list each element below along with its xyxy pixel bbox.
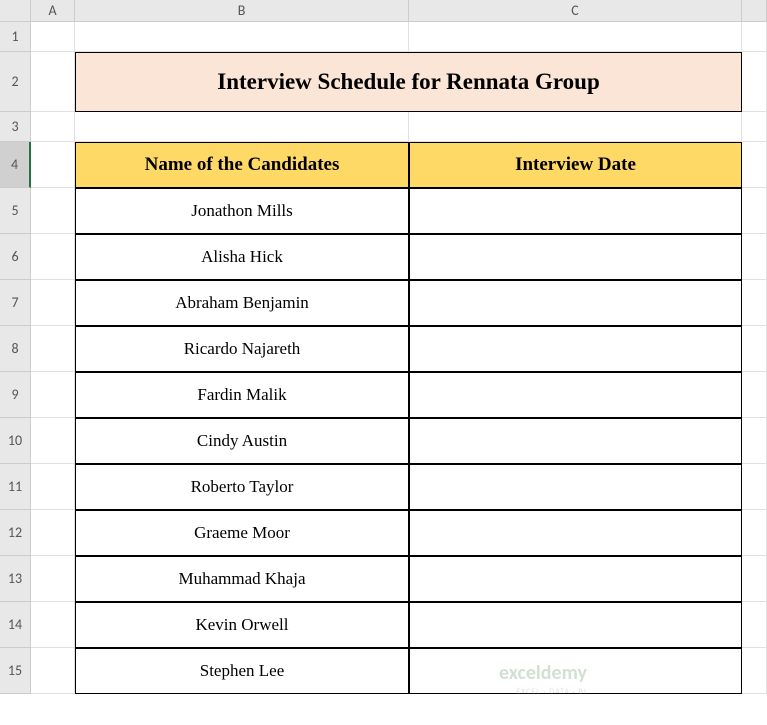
- interview-date[interactable]: [409, 418, 742, 464]
- row-6: 6 Alisha Hick: [0, 234, 767, 280]
- cell-d10[interactable]: [742, 418, 767, 464]
- row-2: 2 Interview Schedule for Rennata Group: [0, 52, 767, 112]
- row-header-12[interactable]: 12: [0, 510, 31, 556]
- row-header-7[interactable]: 7: [0, 280, 31, 326]
- interview-date[interactable]: [409, 280, 742, 326]
- cell-d9[interactable]: [742, 372, 767, 418]
- cell-a11[interactable]: [31, 464, 75, 510]
- cell-b1[interactable]: [75, 22, 409, 52]
- interview-date[interactable]: [409, 510, 742, 556]
- cell-a2[interactable]: [31, 52, 75, 112]
- cell-a9[interactable]: [31, 372, 75, 418]
- row-header-10[interactable]: 10: [0, 418, 31, 464]
- candidate-name[interactable]: Ricardo Najareth: [75, 326, 409, 372]
- candidate-name[interactable]: Stephen Lee: [75, 648, 409, 694]
- row-11: 11 Roberto Taylor: [0, 464, 767, 510]
- spreadsheet-grid: A B C 1 2 Interview Schedule for Rennata…: [0, 0, 767, 725]
- candidate-name[interactable]: Roberto Taylor: [75, 464, 409, 510]
- candidate-name[interactable]: Kevin Orwell: [75, 602, 409, 648]
- column-header-a[interactable]: A: [31, 0, 75, 22]
- row-header-2[interactable]: 2: [0, 52, 31, 112]
- row-header-14[interactable]: 14: [0, 602, 31, 648]
- row-header-3[interactable]: 3: [0, 112, 31, 142]
- row-13: 13 Muhammad Khaja: [0, 556, 767, 602]
- cell-a12[interactable]: [31, 510, 75, 556]
- candidate-name[interactable]: Jonathon Mills: [75, 188, 409, 234]
- select-all-corner[interactable]: [0, 0, 31, 22]
- row-4: 4 Name of the Candidates Interview Date: [0, 142, 767, 188]
- cell-c3[interactable]: [409, 112, 742, 142]
- cell-a1[interactable]: [31, 22, 75, 52]
- cell-a15[interactable]: [31, 648, 75, 694]
- row-10: 10 Cindy Austin: [0, 418, 767, 464]
- header-interview-date[interactable]: Interview Date: [409, 142, 742, 188]
- cell-d1[interactable]: [742, 22, 767, 52]
- candidate-name[interactable]: Muhammad Khaja: [75, 556, 409, 602]
- row-header-11[interactable]: 11: [0, 464, 31, 510]
- cell-a3[interactable]: [31, 112, 75, 142]
- candidate-name[interactable]: Fardin Malik: [75, 372, 409, 418]
- row-15: 15 Stephen Lee: [0, 648, 767, 694]
- row-14: 14 Kevin Orwell: [0, 602, 767, 648]
- row-header-13[interactable]: 13: [0, 556, 31, 602]
- cell-a4[interactable]: [31, 142, 75, 188]
- cell-a6[interactable]: [31, 234, 75, 280]
- cell-d4[interactable]: [742, 142, 767, 188]
- interview-date[interactable]: [409, 188, 742, 234]
- cell-d12[interactable]: [742, 510, 767, 556]
- interview-date[interactable]: [409, 648, 742, 694]
- cell-a10[interactable]: [31, 418, 75, 464]
- cell-d5[interactable]: [742, 188, 767, 234]
- candidate-name[interactable]: Graeme Moor: [75, 510, 409, 556]
- row-9: 9 Fardin Malik: [0, 372, 767, 418]
- row-header-4[interactable]: 4: [0, 142, 31, 188]
- interview-date[interactable]: [409, 372, 742, 418]
- interview-date[interactable]: [409, 234, 742, 280]
- cell-d8[interactable]: [742, 326, 767, 372]
- column-header-c[interactable]: C: [409, 0, 742, 22]
- row-header-1[interactable]: 1: [0, 22, 31, 52]
- cell-a5[interactable]: [31, 188, 75, 234]
- row-header-8[interactable]: 8: [0, 326, 31, 372]
- cell-d14[interactable]: [742, 602, 767, 648]
- candidate-name[interactable]: Alisha Hick: [75, 234, 409, 280]
- title-cell[interactable]: Interview Schedule for Rennata Group: [75, 52, 742, 112]
- column-header-d[interactable]: [742, 0, 767, 22]
- candidate-name[interactable]: Abraham Benjamin: [75, 280, 409, 326]
- cell-d7[interactable]: [742, 280, 767, 326]
- cell-a7[interactable]: [31, 280, 75, 326]
- row-8: 8 Ricardo Najareth: [0, 326, 767, 372]
- interview-date[interactable]: [409, 464, 742, 510]
- cell-b3[interactable]: [75, 112, 409, 142]
- cell-d6[interactable]: [742, 234, 767, 280]
- interview-date[interactable]: [409, 602, 742, 648]
- row-7: 7 Abraham Benjamin: [0, 280, 767, 326]
- cell-d11[interactable]: [742, 464, 767, 510]
- candidate-name[interactable]: Cindy Austin: [75, 418, 409, 464]
- row-header-6[interactable]: 6: [0, 234, 31, 280]
- interview-date[interactable]: [409, 326, 742, 372]
- cell-c1[interactable]: [409, 22, 742, 52]
- cell-d3[interactable]: [742, 112, 767, 142]
- interview-date[interactable]: [409, 556, 742, 602]
- cell-d15[interactable]: [742, 648, 767, 694]
- row-12: 12 Graeme Moor: [0, 510, 767, 556]
- header-candidates[interactable]: Name of the Candidates: [75, 142, 409, 188]
- cell-d2[interactable]: [742, 52, 767, 112]
- cell-a14[interactable]: [31, 602, 75, 648]
- cell-a8[interactable]: [31, 326, 75, 372]
- row-header-5[interactable]: 5: [0, 188, 31, 234]
- column-header-b[interactable]: B: [75, 0, 409, 22]
- row-5: 5 Jonathon Mills: [0, 188, 767, 234]
- row-header-15[interactable]: 15: [0, 648, 31, 694]
- cell-d13[interactable]: [742, 556, 767, 602]
- cell-a13[interactable]: [31, 556, 75, 602]
- row-3: 3: [0, 112, 767, 142]
- column-headers: A B C: [0, 0, 767, 22]
- row-1: 1: [0, 22, 767, 52]
- row-header-9[interactable]: 9: [0, 372, 31, 418]
